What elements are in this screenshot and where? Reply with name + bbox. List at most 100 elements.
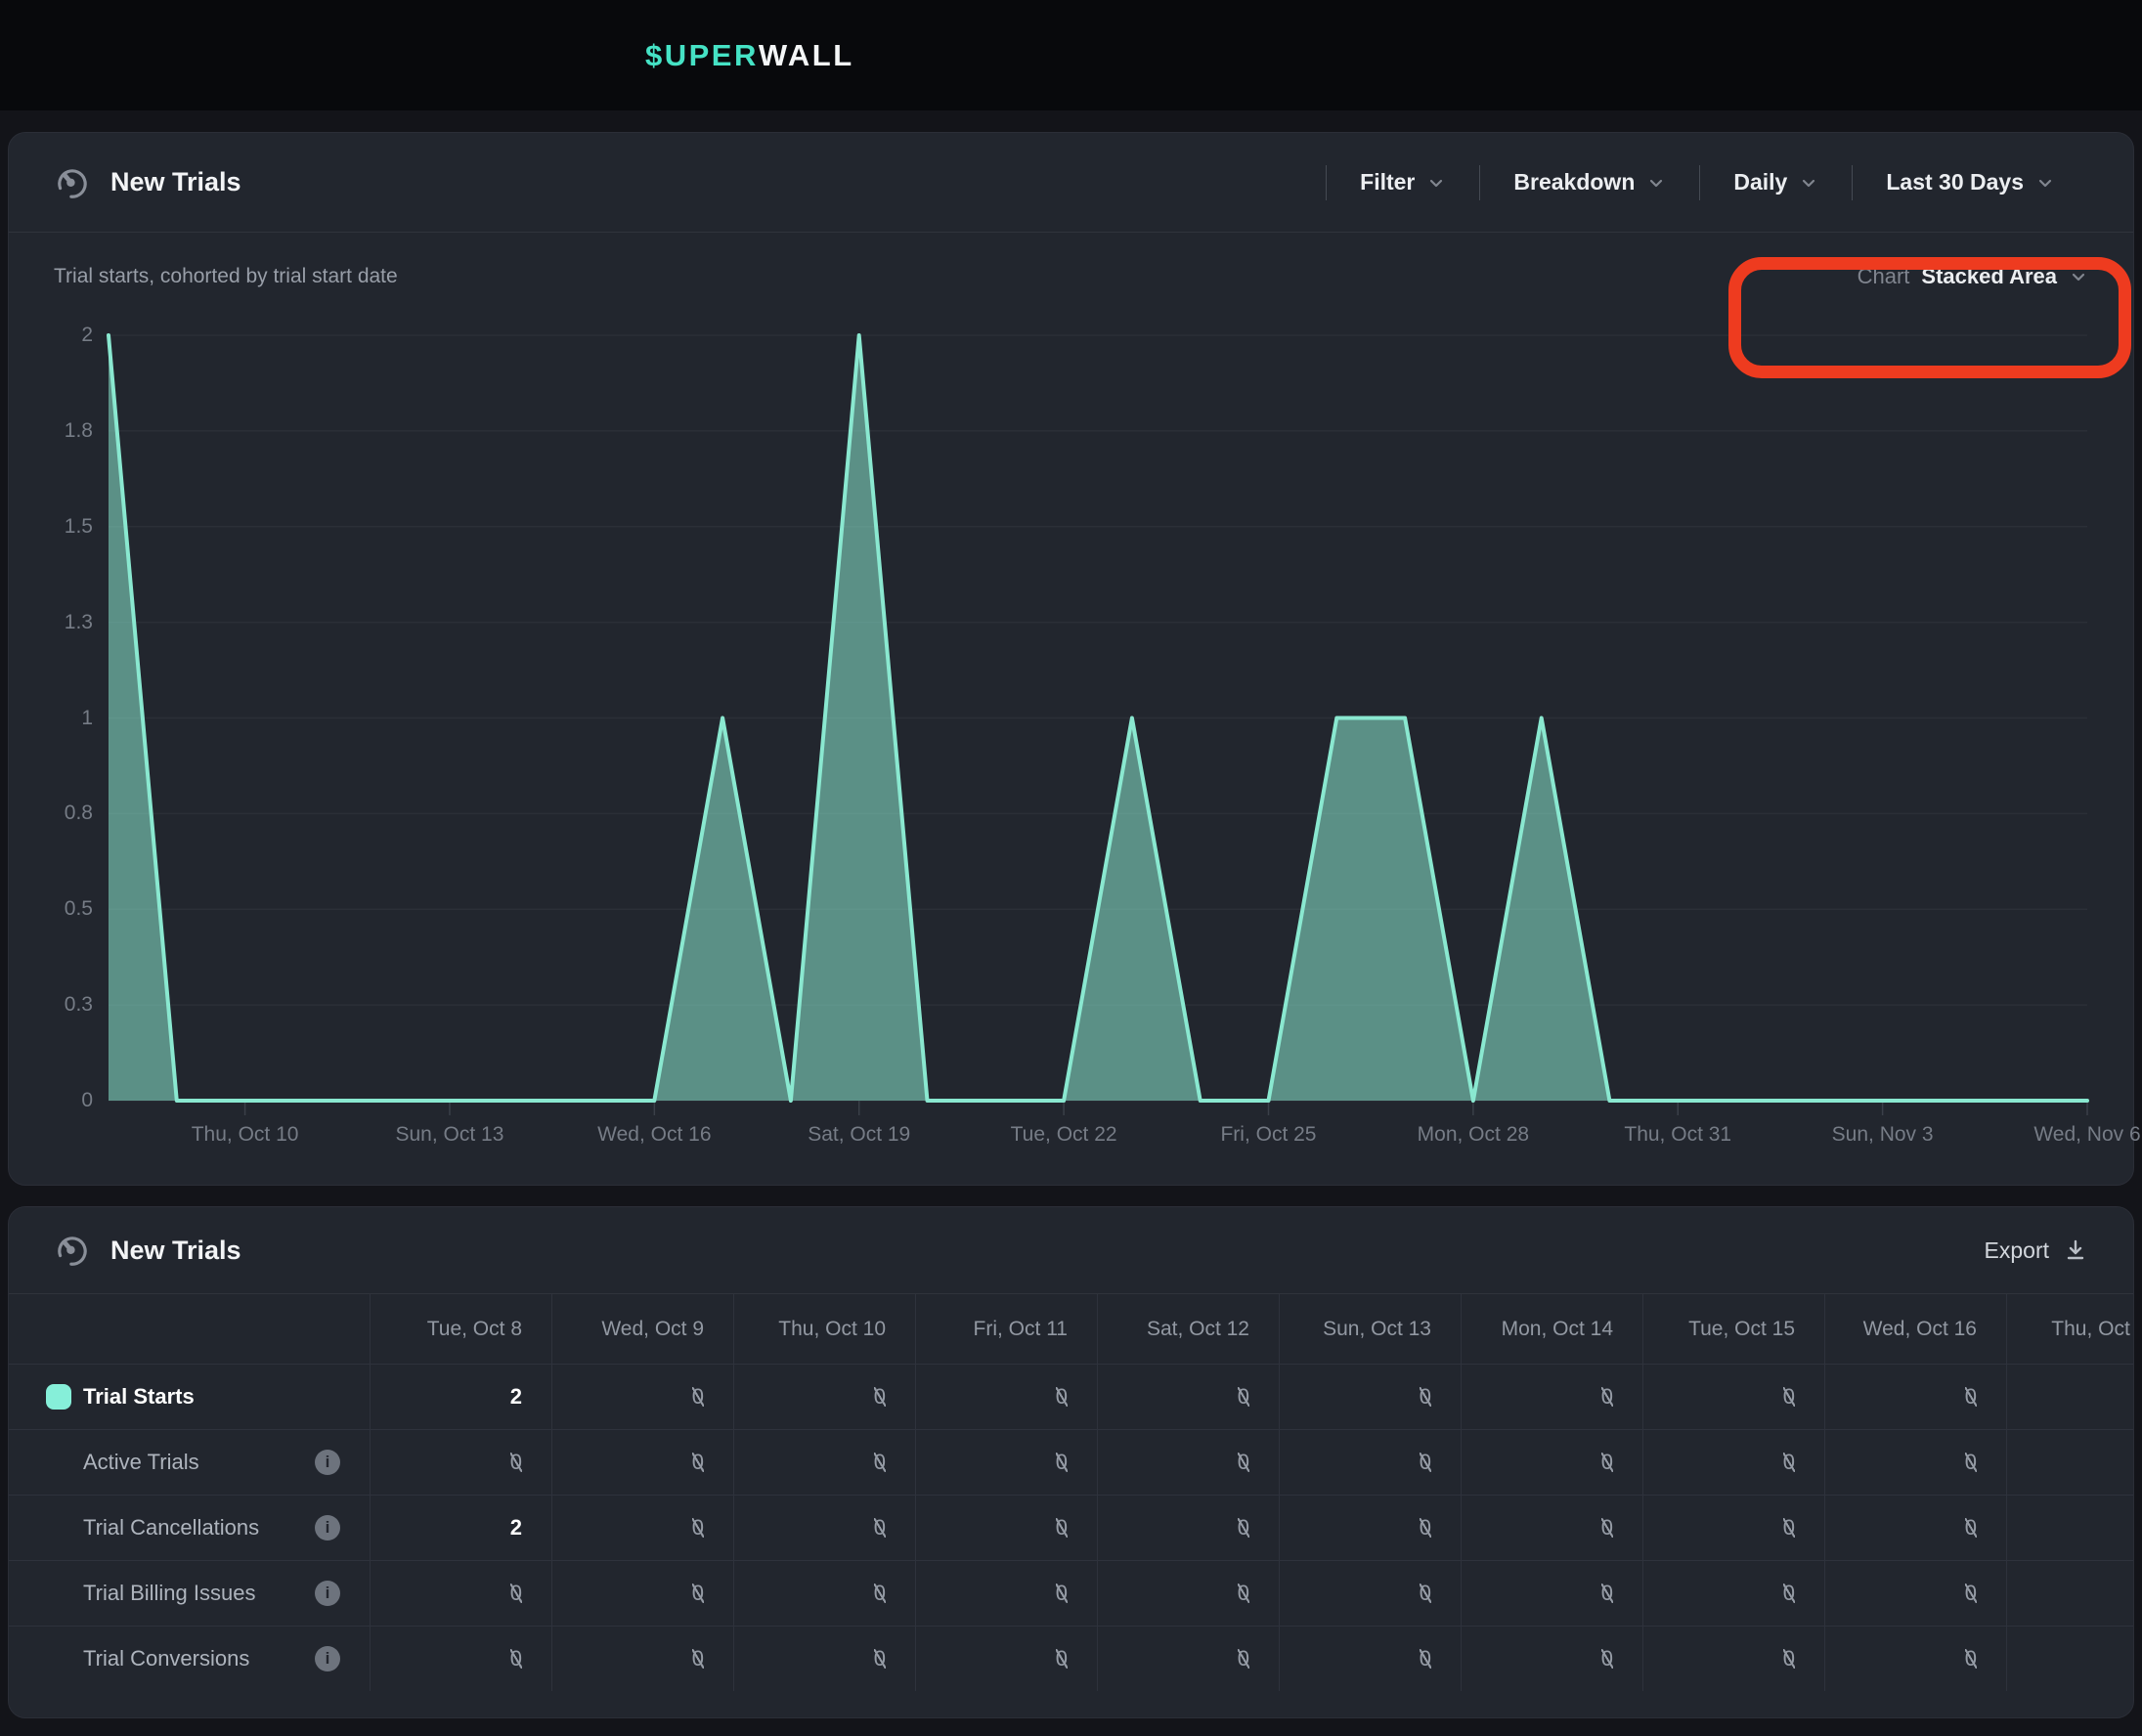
column-header: Wed, Oct 16 xyxy=(1824,1294,2006,1364)
value-cell: 0 xyxy=(551,1626,733,1691)
stacked-area-chart: 21.81.51.310.80.50.30Thu, Oct 10Sun, Oct… xyxy=(109,335,2087,1101)
value-cell xyxy=(2006,1560,2134,1626)
row-label-cell: Trial Conversions i xyxy=(9,1626,370,1691)
value-cell xyxy=(2006,1626,2134,1691)
row-label: Trial Cancellations xyxy=(83,1515,259,1541)
value-cell: 2 xyxy=(370,1364,551,1429)
value-cell: 0 xyxy=(1824,1364,2006,1429)
table-row: Trial Conversionsi000000000 xyxy=(9,1626,2133,1691)
value-cell: 0 xyxy=(1642,1495,1824,1560)
x-axis-label: Thu, Oct 10 xyxy=(192,1123,299,1147)
value-cell: 0 xyxy=(1824,1495,2006,1560)
value-cell: 0 xyxy=(551,1560,733,1626)
value-cell: 0 xyxy=(1642,1560,1824,1626)
row-label-cell: Active Trials i xyxy=(9,1429,370,1495)
row-label-cell: Trial Cancellations i xyxy=(9,1495,370,1560)
value-cell xyxy=(2006,1429,2134,1495)
info-icon[interactable]: i xyxy=(315,1646,340,1671)
granularity-dropdown[interactable]: Daily xyxy=(1700,169,1852,195)
chart-x-ticks xyxy=(245,1101,2087,1115)
superwall-logo: $UPERWALL xyxy=(645,0,854,110)
value-cell: 0 xyxy=(733,1429,915,1495)
table-row: Trial Billing Issuesi000000000 xyxy=(9,1560,2133,1626)
row-label: Trial Conversions xyxy=(83,1646,249,1671)
value-cell: 0 xyxy=(915,1364,1097,1429)
table-header-row: Tue, Oct 8Wed, Oct 9Thu, Oct 10Fri, Oct … xyxy=(9,1294,2133,1364)
info-icon[interactable]: i xyxy=(315,1450,340,1475)
logo-white-part: WALL xyxy=(759,38,854,73)
row-label: Active Trials xyxy=(83,1450,199,1475)
y-axis-label: 0.3 xyxy=(0,993,93,1017)
chevron-down-icon xyxy=(1426,173,1446,193)
chart-controls: Filter Breakdown Daily Last 30 Days xyxy=(1326,165,2088,200)
y-axis-label: 1 xyxy=(0,707,93,730)
chevron-down-icon xyxy=(1646,173,1666,193)
date-range-dropdown[interactable]: Last 30 Days xyxy=(1853,169,2088,195)
chart-plot xyxy=(109,335,2087,1115)
value-cell: 0 xyxy=(1279,1626,1461,1691)
column-header: Mon, Oct 14 xyxy=(1461,1294,1642,1364)
info-icon[interactable]: i xyxy=(315,1581,340,1606)
new-trials-table-panel: New Trials Export Tue, Oct 8Wed, Oct 9Th… xyxy=(8,1206,2134,1718)
logo-teal-part: $UPER xyxy=(645,38,759,73)
column-header: Sat, Oct 12 xyxy=(1097,1294,1279,1364)
value-cell xyxy=(2006,1495,2134,1560)
value-cell: 0 xyxy=(1642,1364,1824,1429)
y-axis-label: 0 xyxy=(0,1089,93,1112)
x-axis-label: Thu, Oct 31 xyxy=(1624,1123,1731,1147)
value-cell: 0 xyxy=(1461,1364,1642,1429)
row-label: Trial Billing Issues xyxy=(83,1581,255,1606)
chevron-down-icon xyxy=(2035,173,2055,193)
value-cell: 0 xyxy=(1097,1364,1279,1429)
column-header: Tue, Oct 15 xyxy=(1642,1294,1824,1364)
value-cell: 0 xyxy=(370,1560,551,1626)
chart-panel-title: New Trials xyxy=(110,167,241,197)
chart-type-selector[interactable]: Chart Stacked Area xyxy=(1858,264,2088,289)
breakdown-button[interactable]: Breakdown xyxy=(1480,169,1699,195)
x-axis-label: Sat, Oct 19 xyxy=(808,1123,910,1147)
table-row: Active Trialsi000000000 xyxy=(9,1429,2133,1495)
value-cell: 0 xyxy=(915,1626,1097,1691)
download-icon xyxy=(2063,1237,2088,1263)
filter-button[interactable]: Filter xyxy=(1327,169,1479,195)
table-panel-title: New Trials xyxy=(110,1236,241,1266)
chart-type-value: Stacked Area xyxy=(1921,264,2057,289)
top-bar: $UPERWALL xyxy=(0,0,2142,110)
filter-label: Filter xyxy=(1360,169,1415,195)
value-cell: 0 xyxy=(1461,1495,1642,1560)
value-cell: 0 xyxy=(733,1364,915,1429)
value-cell: 0 xyxy=(733,1626,915,1691)
chevron-down-icon xyxy=(2069,267,2088,286)
column-header: Thu, Oct 17 xyxy=(2006,1294,2134,1364)
value-cell: 0 xyxy=(1279,1364,1461,1429)
info-icon[interactable]: i xyxy=(315,1515,340,1541)
y-axis-label: 1.8 xyxy=(0,419,93,443)
y-axis-label: 1.3 xyxy=(0,611,93,634)
value-cell xyxy=(2006,1364,2134,1429)
value-cell: 0 xyxy=(1461,1560,1642,1626)
value-cell: 0 xyxy=(1097,1495,1279,1560)
x-axis-label: Sun, Oct 13 xyxy=(396,1123,504,1147)
column-header: Thu, Oct 10 xyxy=(733,1294,915,1364)
corner-cell xyxy=(9,1294,370,1364)
value-cell: 0 xyxy=(1642,1429,1824,1495)
value-cell: 0 xyxy=(1461,1626,1642,1691)
value-cell: 0 xyxy=(1279,1560,1461,1626)
granularity-label: Daily xyxy=(1733,169,1787,195)
value-cell: 0 xyxy=(1461,1429,1642,1495)
table-panel-header: New Trials Export xyxy=(9,1207,2133,1294)
timer-icon xyxy=(54,164,91,201)
value-cell: 0 xyxy=(915,1560,1097,1626)
value-cell: 0 xyxy=(1824,1429,2006,1495)
y-axis-label: 0.5 xyxy=(0,897,93,921)
value-cell: 0 xyxy=(551,1364,733,1429)
column-header: Wed, Oct 9 xyxy=(551,1294,733,1364)
breakdown-label: Breakdown xyxy=(1513,169,1635,195)
column-header: Sun, Oct 13 xyxy=(1279,1294,1461,1364)
value-cell: 0 xyxy=(915,1495,1097,1560)
x-axis-label: Mon, Oct 28 xyxy=(1418,1123,1529,1147)
series-swatch xyxy=(46,1384,71,1410)
export-button[interactable]: Export xyxy=(1985,1237,2088,1264)
x-axis-label: Wed, Oct 16 xyxy=(597,1123,711,1147)
chart-subtitle: Trial starts, cohorted by trial start da… xyxy=(54,265,398,288)
